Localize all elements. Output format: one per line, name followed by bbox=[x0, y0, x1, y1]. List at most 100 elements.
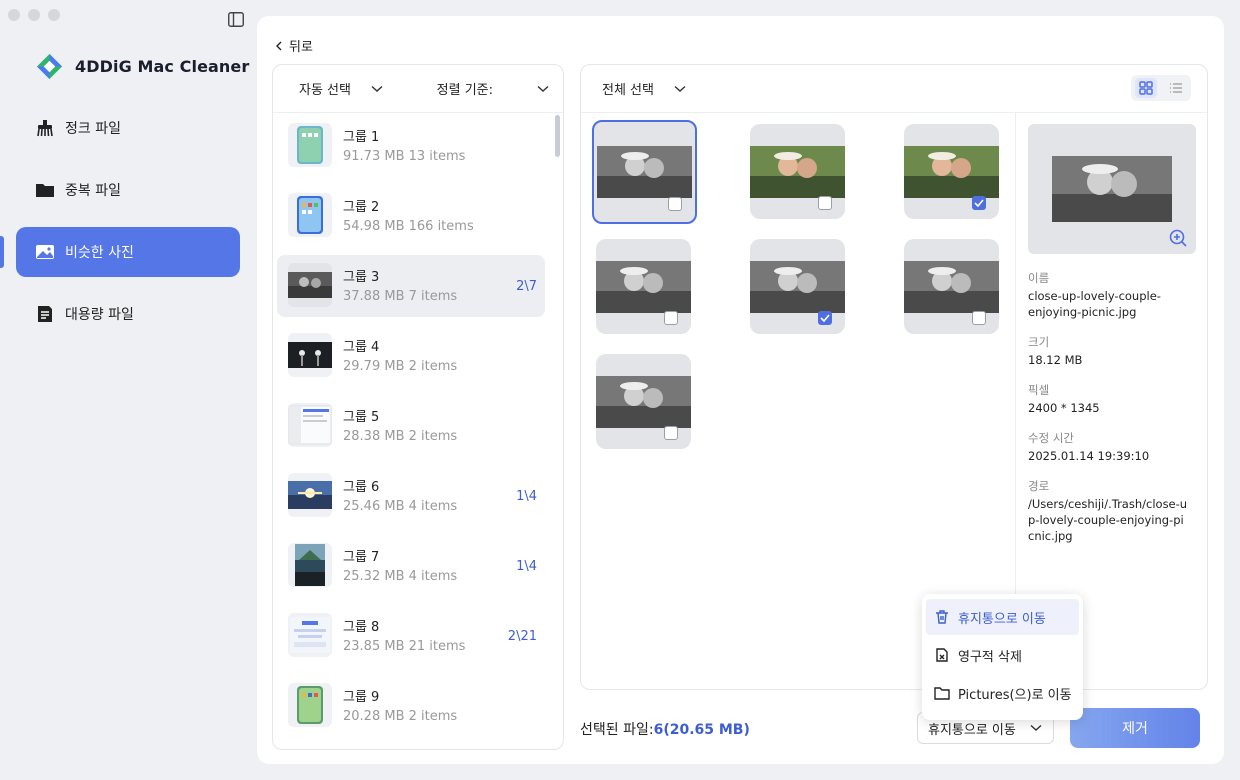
group-name: 그룹 5 bbox=[343, 410, 380, 425]
group-thumbnail bbox=[288, 123, 332, 167]
photo-grid-panel: 전체 선택 이름 close-up-lovely-couple-enjoying… bbox=[580, 64, 1208, 690]
photo-checkbox[interactable] bbox=[818, 196, 832, 210]
group-selected-count: 2\21 bbox=[507, 629, 537, 644]
check-icon bbox=[974, 199, 984, 207]
group-thumbnail bbox=[288, 403, 332, 447]
group-list: 그룹 1 91.73 MB 13 items 그룹 2 54.98 MB 166… bbox=[277, 115, 545, 745]
group-name: 그룹 2 bbox=[343, 200, 380, 215]
group-selected-count: 2\7 bbox=[516, 279, 537, 294]
group-name: 그룹 7 bbox=[343, 550, 380, 565]
file-pixels-value: 2400 * 1345 bbox=[1028, 401, 1100, 415]
select-all-dropdown[interactable]: 전체 선택 bbox=[581, 65, 1207, 113]
photo-tile[interactable] bbox=[592, 120, 697, 224]
group-meta: 29.79 MB 2 items bbox=[343, 359, 458, 374]
remove-button[interactable]: 제거 bbox=[1070, 708, 1200, 748]
group-row[interactable]: 그룹 3 37.88 MB 7 items 2\7 bbox=[277, 255, 545, 317]
main-panel: 뒤로 자동 선택 정렬 기준: 그룹 1 91.73 MB 13 items 그… bbox=[257, 16, 1224, 764]
folder-icon bbox=[35, 180, 55, 200]
photo-checkbox[interactable] bbox=[668, 197, 682, 211]
group-thumbnail bbox=[288, 473, 332, 517]
group-name: 그룹 6 bbox=[343, 480, 380, 495]
group-name: 그룹 9 bbox=[343, 690, 380, 705]
list-scrollbar[interactable] bbox=[555, 115, 560, 157]
group-meta: 37.88 MB 7 items bbox=[343, 289, 458, 304]
group-meta: 23.85 MB 21 items bbox=[343, 639, 466, 654]
group-name: 그룹 8 bbox=[343, 620, 380, 635]
selected-files-summary: 선택된 파일:6(20.65 MB) bbox=[580, 722, 750, 738]
chevron-down-icon bbox=[537, 85, 549, 92]
group-row[interactable]: 그룹 1 91.73 MB 13 items bbox=[277, 115, 545, 177]
grid-view-button[interactable] bbox=[1135, 78, 1157, 98]
photo-checkbox[interactable] bbox=[664, 311, 678, 325]
detail-pixels: 픽셀 2400 * 1345 bbox=[1028, 382, 1188, 416]
detail-divider bbox=[1015, 113, 1016, 668]
photo-checkbox[interactable] bbox=[972, 311, 986, 325]
sort-dropdown[interactable]: 정렬 기준: bbox=[437, 79, 549, 98]
photo-image bbox=[904, 260, 999, 313]
group-thumbnail bbox=[288, 613, 332, 657]
auto-select-dropdown[interactable]: 자동 선택 bbox=[299, 79, 383, 98]
group-thumbnail bbox=[288, 543, 332, 587]
group-name: 그룹 3 bbox=[343, 270, 380, 285]
sidebar-item-large-files[interactable]: 대용량 파일 bbox=[16, 289, 240, 339]
sidebar-item-label: 중복 파일 bbox=[65, 183, 121, 199]
active-indicator bbox=[0, 236, 4, 268]
photo-tile[interactable] bbox=[904, 124, 999, 219]
close-window-button[interactable] bbox=[8, 9, 20, 21]
menu-move-to-pictures[interactable]: Pictures(으)로 이동 bbox=[926, 675, 1079, 711]
sidebar-item-duplicate-files[interactable]: 중복 파일 bbox=[16, 165, 240, 215]
menu-move-to-trash[interactable]: 휴지통으로 이동 bbox=[926, 599, 1079, 635]
group-meta: 25.46 MB 4 items bbox=[343, 499, 458, 514]
photo-image bbox=[750, 260, 845, 313]
sidebar-item-junk-files[interactable]: 정크 파일 bbox=[16, 103, 240, 153]
file-name-value: close-up-lovely-couple-enjoying-picnic.j… bbox=[1028, 289, 1161, 319]
photo-checkbox[interactable] bbox=[664, 426, 678, 440]
grid-view-icon bbox=[1139, 81, 1153, 95]
group-row[interactable]: 그룹 8 23.85 MB 21 items 2\21 bbox=[277, 605, 545, 667]
photo-tile[interactable] bbox=[750, 239, 845, 334]
delete-file-icon bbox=[936, 648, 948, 662]
menu-permanent-delete[interactable]: 영구적 삭제 bbox=[926, 637, 1079, 673]
photo-tile[interactable] bbox=[596, 354, 691, 449]
photo-tile[interactable] bbox=[750, 124, 845, 219]
group-row[interactable]: 그룹 5 28.38 MB 2 items bbox=[277, 395, 545, 457]
zoom-in-icon[interactable] bbox=[1168, 228, 1188, 248]
group-meta: 20.28 MB 2 items bbox=[343, 709, 458, 724]
back-button[interactable]: 뒤로 bbox=[275, 36, 313, 55]
group-row[interactable]: 그룹 7 25.32 MB 4 items 1\4 bbox=[277, 535, 545, 597]
sidebar-item-label: 비슷한 사진 bbox=[65, 245, 134, 261]
sidebar-item-similar-photos[interactable]: 비슷한 사진 bbox=[16, 227, 240, 277]
sidebar-item-label: 대용량 파일 bbox=[65, 307, 134, 323]
back-label: 뒤로 bbox=[289, 40, 313, 55]
list-view-button[interactable] bbox=[1165, 78, 1187, 98]
group-meta: 54.98 MB 166 items bbox=[343, 219, 474, 234]
group-row[interactable]: 그룹 2 54.98 MB 166 items bbox=[277, 185, 545, 247]
photo-tile[interactable] bbox=[904, 239, 999, 334]
group-selected-count: 1\4 bbox=[516, 559, 537, 574]
group-row[interactable]: 그룹 6 25.46 MB 4 items 1\4 bbox=[277, 465, 545, 527]
photo-image bbox=[597, 146, 692, 198]
detail-modified: 수정 시간 2025.01.14 19:39:10 bbox=[1028, 430, 1188, 464]
chevron-down-icon bbox=[674, 85, 686, 92]
preview-image bbox=[1052, 156, 1172, 222]
group-row[interactable]: 그룹 9 20.28 MB 2 items bbox=[277, 675, 545, 737]
document-icon bbox=[35, 304, 55, 324]
sidebar-toggle-icon[interactable] bbox=[228, 12, 244, 27]
group-list-header: 자동 선택 정렬 기준: bbox=[273, 65, 563, 113]
window-controls bbox=[8, 9, 60, 21]
group-selected-count: 1\4 bbox=[516, 489, 537, 504]
minimize-window-button[interactable] bbox=[28, 9, 40, 21]
photo-checkbox[interactable] bbox=[972, 196, 986, 210]
app-logo-icon bbox=[36, 53, 63, 80]
view-toggle bbox=[1131, 75, 1191, 101]
photo-image bbox=[596, 375, 691, 428]
zoom-window-button[interactable] bbox=[48, 9, 60, 21]
photo-checkbox[interactable] bbox=[818, 311, 832, 325]
group-name: 그룹 4 bbox=[343, 340, 380, 355]
detail-name: 이름 close-up-lovely-couple-enjoying-picni… bbox=[1028, 270, 1188, 320]
group-row[interactable]: 그룹 4 29.79 MB 2 items bbox=[277, 325, 545, 387]
photo-tile[interactable] bbox=[596, 239, 691, 334]
photo-image bbox=[750, 145, 845, 198]
trash-icon bbox=[936, 610, 948, 624]
action-menu: 휴지통으로 이동 영구적 삭제 Pictures(으)로 이동 bbox=[922, 594, 1083, 720]
